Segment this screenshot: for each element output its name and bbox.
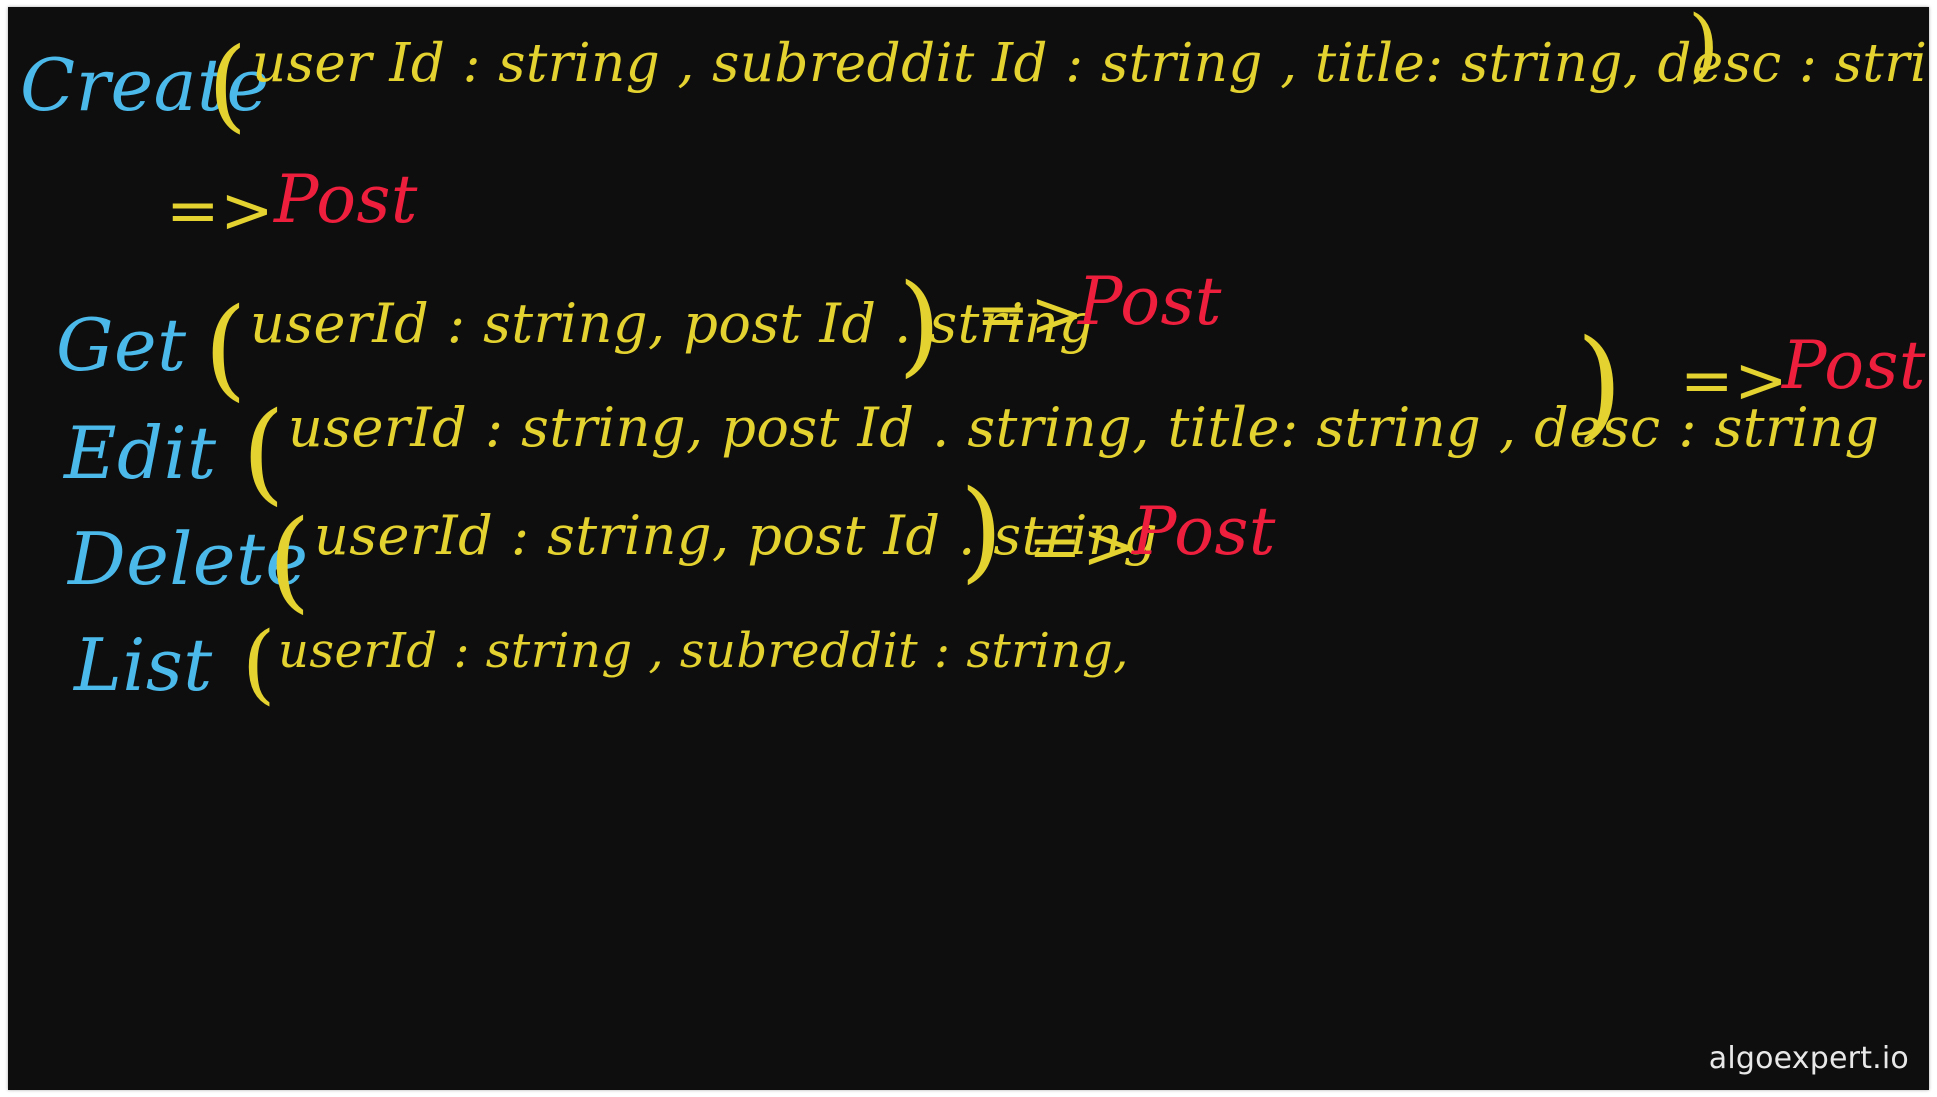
list-open-paren: ( — [242, 614, 276, 714]
get-close-paren: ) — [898, 260, 941, 388]
watermark-text: algoexpert.io — [1708, 1041, 1909, 1076]
list-args: userId : string , subreddit : string, — [278, 623, 1129, 679]
create-return-type: Post — [274, 161, 418, 238]
edit-return-type: Post — [1782, 327, 1926, 404]
get-open-paren: ( — [204, 284, 247, 412]
get-arrow: => — [976, 278, 1085, 352]
edit-open-paren: ( — [242, 388, 285, 516]
create-open-paren: ( — [208, 26, 248, 143]
get-keyword: Get — [56, 303, 187, 387]
delete-close-paren: ) — [960, 466, 1003, 594]
delete-arrow: => — [1028, 510, 1137, 584]
delete-return-type: Post — [1132, 493, 1276, 570]
list-keyword: List — [74, 623, 213, 707]
edit-arrow: => — [1680, 344, 1789, 418]
edit-args: userId : string, post Id . string, title… — [288, 396, 1880, 459]
create-args: user Id : string , subreddit Id : string… — [252, 33, 1929, 94]
get-args: userId : string, post Id . string — [250, 292, 1095, 355]
whiteboard-canvas: Create ( user Id : string , subreddit Id… — [8, 7, 1929, 1090]
delete-open-paren: ( — [268, 496, 311, 624]
create-close-paren: ) — [1688, 7, 1720, 91]
edit-keyword: Edit — [64, 411, 217, 495]
get-return-type: Post — [1078, 263, 1222, 340]
create-arrow: => — [166, 174, 275, 248]
edit-close-paren: ) — [1576, 315, 1623, 454]
